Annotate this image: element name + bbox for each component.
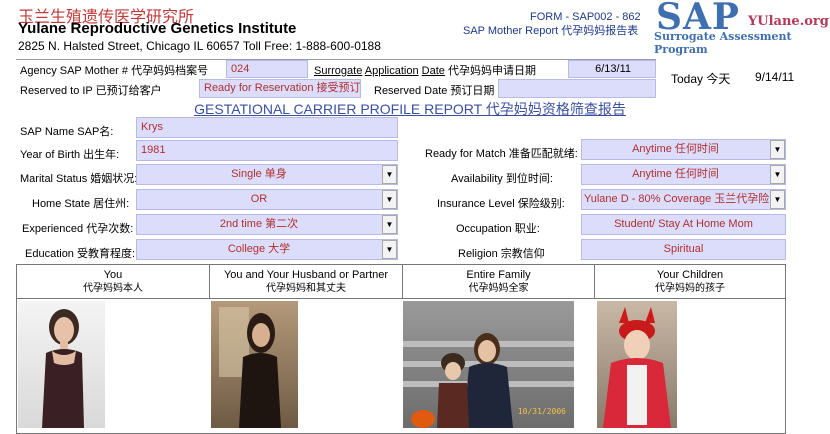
top-rule [16, 59, 656, 60]
sap-logo: SAP YUlane.org Surrogate Assessment Prog… [654, 0, 830, 56]
photo-title-cn: 代孕妈妈本人 [83, 283, 143, 294]
experienced-select[interactable]: 2nd time 第二次 [136, 214, 398, 235]
partner-figure [219, 307, 281, 428]
marital-status-label: Marital Status 婚姻状况: [20, 173, 138, 185]
today-date: 9/14/11 [755, 70, 795, 84]
marital-status-select[interactable]: Single 单身 [136, 164, 398, 185]
year-of-birth-field[interactable]: 1981 [136, 140, 398, 161]
occupation-label: Occupation 职业: [456, 223, 540, 235]
report-title: GESTATIONAL CARRIER PROFILE REPORT 代孕妈妈资… [194, 101, 626, 117]
photo-partner[interactable] [211, 301, 298, 428]
ready-for-match-label: Ready for Match 准备匹配就绪: [425, 148, 578, 160]
chevron-down-icon[interactable]: ▼ [770, 140, 785, 159]
reserved-date-field[interactable] [498, 79, 656, 98]
photo-header-you: You 代孕妈妈本人 [17, 265, 210, 299]
availability-select[interactable]: Anytime 任何时间 [581, 164, 786, 185]
photo-title: You [103, 269, 123, 281]
photo-header-children: Your Children 代孕妈妈的孩子 [595, 265, 785, 299]
insurance-level-label: Insurance Level 保险级别: [437, 198, 565, 210]
education-label: Education 受教育程度: [25, 248, 136, 260]
photo-header-family: Entire Family 代孕妈妈全家 [403, 265, 595, 299]
occupation-field[interactable]: Student/ Stay At Home Mom [581, 214, 786, 235]
app-date-label-1: Surrogate [314, 65, 363, 77]
org-address: 2825 N. Halsted Street, Chicago IL 60657… [18, 39, 381, 53]
religion-label: Religion 宗教信仰 [458, 248, 545, 260]
education-select[interactable]: College 大学 [136, 239, 398, 260]
photo-title: You and Your Husband or Partner [223, 269, 389, 281]
agency-number-field[interactable]: 024 [226, 60, 308, 78]
sap-name-label: SAP Name SAP名: [20, 126, 114, 138]
app-date-label-3: Date [421, 65, 445, 77]
org-name: Yulane Reproductive Genetics Institute [18, 20, 297, 37]
availability-label: Availability 到位时间: [451, 173, 553, 185]
chevron-down-icon[interactable]: ▼ [382, 190, 397, 209]
chevron-down-icon[interactable]: ▼ [382, 165, 397, 184]
photo-title: Your Children [656, 269, 724, 281]
religion-field[interactable]: Spiritual [581, 239, 786, 260]
photo-title-cn: 代孕妈妈全家 [468, 283, 529, 294]
home-state-label: Home State 居住州: [32, 198, 130, 210]
photo-header-partner: You and Your Husband or Partner 代孕妈妈和其丈夫 [210, 265, 403, 299]
chevron-down-icon[interactable]: ▼ [770, 165, 785, 184]
photo-title: Entire Family [466, 269, 531, 281]
photo-you[interactable] [18, 301, 105, 428]
photo-title-cn: 代孕妈妈的孩子 [655, 283, 725, 294]
child-figure [603, 307, 671, 428]
home-state-select[interactable]: OR [136, 189, 398, 210]
experienced-label: Experienced 代孕次数: [22, 223, 134, 235]
agency-label: Agency SAP Mother # 代孕妈妈档案号 [20, 65, 209, 77]
sap-name-field[interactable]: Krys [136, 117, 398, 138]
year-of-birth-label: Year of Birth 出生年: [20, 149, 120, 161]
insurance-level-select[interactable]: Yulane D - 80% Coverage 玉兰代孕险 [581, 189, 786, 210]
app-date-label-cn: 代孕妈妈申请日期 [447, 65, 536, 77]
reserved-date-label: Reserved Date 预订日期 [374, 85, 495, 97]
reservation-status-field[interactable]: Ready for Reservation 接受预订 [199, 79, 361, 98]
chevron-down-icon[interactable]: ▼ [770, 190, 785, 209]
logo-site: YUlane.org [748, 14, 829, 29]
photo-date-stamp: 10/31/2006 [517, 407, 566, 416]
photo-children[interactable] [597, 301, 677, 428]
reserved-ip-label: Reserved to IP 已预订给客户 [20, 85, 162, 97]
app-date-label-2: Application [364, 65, 419, 77]
logo-subtitle: Surrogate Assessment Program [654, 30, 792, 56]
chevron-down-icon[interactable]: ▼ [382, 215, 397, 234]
photo-title-cn: 代孕妈妈和其丈夫 [266, 283, 346, 294]
today-label: Today 今天 [671, 72, 731, 86]
chevron-down-icon[interactable]: ▼ [382, 240, 397, 259]
portrait-figure [42, 309, 84, 428]
application-date-field[interactable]: 6/13/11 [568, 60, 656, 78]
app-date-label: Surrogate Application Date 代孕妈妈申请日期 [314, 62, 536, 78]
form-title: SAP Mother Report 代孕妈妈报告表 [463, 25, 639, 37]
photo-family[interactable]: 10/31/2006 [403, 301, 574, 428]
ready-for-match-select[interactable]: Anytime 任何时间 [581, 139, 786, 160]
